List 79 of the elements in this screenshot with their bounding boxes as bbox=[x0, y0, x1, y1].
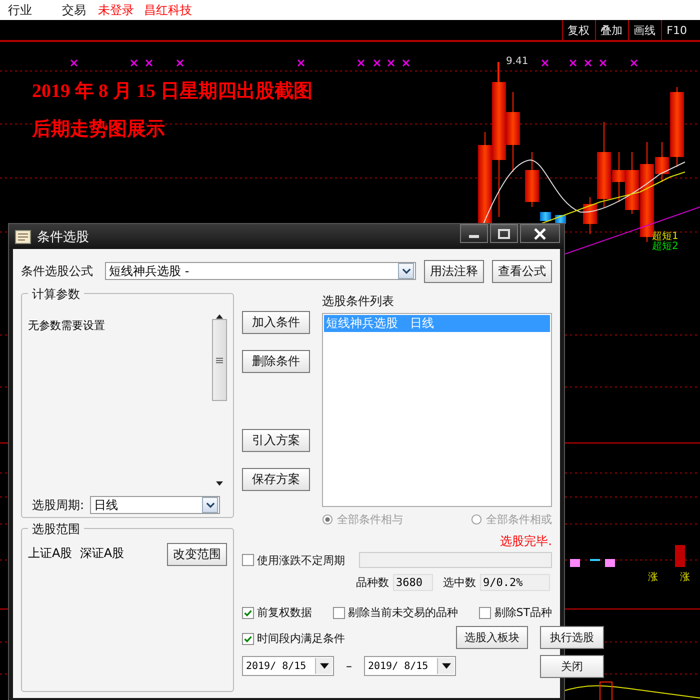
date-separator: – bbox=[346, 659, 352, 673]
cross-marker bbox=[402, 59, 410, 67]
headline-text: 2019 年 8 月 15 日星期四出股截图 bbox=[32, 80, 312, 104]
dialog-button[interactable]: 加入条件 bbox=[242, 311, 310, 334]
conditions-label: 选股条件列表 bbox=[322, 293, 395, 310]
count-field: 3680 bbox=[393, 574, 433, 591]
scroll-thumb[interactable] bbox=[212, 319, 227, 401]
period-dropdown[interactable]: 日线 bbox=[90, 496, 220, 514]
maximize-icon bbox=[498, 228, 510, 238]
period-field[interactable] bbox=[359, 552, 552, 568]
group-legend: 选股范围 bbox=[28, 521, 84, 538]
minimize-icon bbox=[469, 235, 479, 238]
dialog-button[interactable]: 查看公式 bbox=[492, 260, 552, 282]
selected-field: 9/0.2% bbox=[480, 574, 550, 591]
date-picker[interactable]: 2019/ 8/15 bbox=[364, 656, 456, 676]
dropdown-icon bbox=[442, 663, 450, 669]
volume-label: 涨 bbox=[648, 570, 658, 584]
cross-marker bbox=[130, 59, 138, 67]
close-icon bbox=[534, 228, 546, 240]
status-text: 选股完毕. bbox=[500, 533, 552, 550]
dialog-button[interactable]: 选股入板块 bbox=[456, 626, 528, 649]
checkbox[interactable]: 使用涨跌不定周期 bbox=[242, 552, 345, 568]
maximize-button[interactable] bbox=[490, 224, 518, 243]
volume-bar bbox=[675, 545, 685, 567]
minimize-button[interactable] bbox=[460, 224, 488, 243]
cross-marker bbox=[297, 59, 305, 67]
dialog-button[interactable]: 用法注释 bbox=[424, 260, 484, 282]
window-title: 条件选股 bbox=[37, 228, 90, 246]
cross-marker bbox=[145, 59, 153, 67]
change-range-button[interactable]: 改变范围 bbox=[167, 543, 227, 566]
params-message: 无参数需要设置 bbox=[28, 318, 105, 334]
chevron-down-icon bbox=[206, 502, 215, 508]
date-picker[interactable]: 2019/ 8/15 bbox=[242, 656, 334, 676]
grip-icon bbox=[216, 356, 223, 364]
candlestick bbox=[525, 152, 539, 208]
headline-text: 后期走势图展示 bbox=[32, 118, 166, 142]
checkbox[interactable]: 剔除ST品种 bbox=[479, 605, 552, 620]
signal-label: 超短2 bbox=[652, 242, 678, 252]
formula-label: 条件选股公式 bbox=[21, 262, 93, 280]
window-icon bbox=[15, 230, 31, 244]
close-button[interactable] bbox=[520, 224, 560, 243]
volume-bar bbox=[600, 682, 612, 700]
selected-label: 选中数 bbox=[443, 575, 476, 590]
checkbox[interactable]: 时间段内满足条件 bbox=[242, 631, 456, 646]
cross-marker bbox=[176, 59, 184, 67]
cross-marker bbox=[357, 59, 365, 67]
cross-marker bbox=[387, 59, 395, 67]
cross-marker bbox=[373, 59, 381, 67]
group-legend: 计算参数 bbox=[28, 286, 84, 303]
dialog-button[interactable]: 关闭 bbox=[540, 655, 604, 678]
formula-dropdown[interactable]: 短线神兵选股 - bbox=[105, 262, 416, 280]
cross-marker bbox=[541, 59, 549, 67]
candlestick bbox=[540, 212, 551, 221]
cross-marker bbox=[599, 59, 607, 67]
scroll-down-icon bbox=[216, 481, 223, 486]
chevron-down-icon bbox=[402, 268, 410, 274]
menu-item[interactable]: 交易 bbox=[62, 2, 86, 18]
checkbox[interactable]: 前复权数据 bbox=[242, 605, 312, 620]
dialog-button[interactable]: 执行选股 bbox=[540, 626, 604, 649]
period-label: 选股周期: bbox=[32, 496, 84, 514]
signal-label: 超短1 bbox=[652, 232, 678, 242]
dialog-button[interactable]: 删除条件 bbox=[242, 350, 310, 373]
menu-item[interactable]: 行业 bbox=[8, 2, 32, 18]
market-list: 上证A股 深证A股 bbox=[28, 545, 124, 562]
volume-bar bbox=[570, 559, 580, 567]
checkbox[interactable]: 剔除当前未交易的品种 bbox=[333, 605, 458, 620]
dialog-button[interactable]: 保存方案 bbox=[242, 468, 310, 491]
menu-item[interactable]: 未登录 bbox=[98, 2, 134, 18]
cross-marker bbox=[70, 59, 78, 67]
count-label: 品种数 bbox=[356, 575, 389, 590]
menu-item[interactable]: 昌红科技 bbox=[144, 2, 192, 18]
volume-label: 涨 bbox=[680, 570, 690, 584]
volume-bar bbox=[605, 559, 615, 567]
dropdown-icon bbox=[320, 663, 328, 669]
cross-marker bbox=[630, 59, 638, 67]
cross-marker bbox=[584, 59, 592, 67]
price-label: 9.41 bbox=[506, 56, 528, 67]
dialog-button[interactable]: 引入方案 bbox=[242, 429, 310, 452]
cross-marker bbox=[569, 59, 577, 67]
